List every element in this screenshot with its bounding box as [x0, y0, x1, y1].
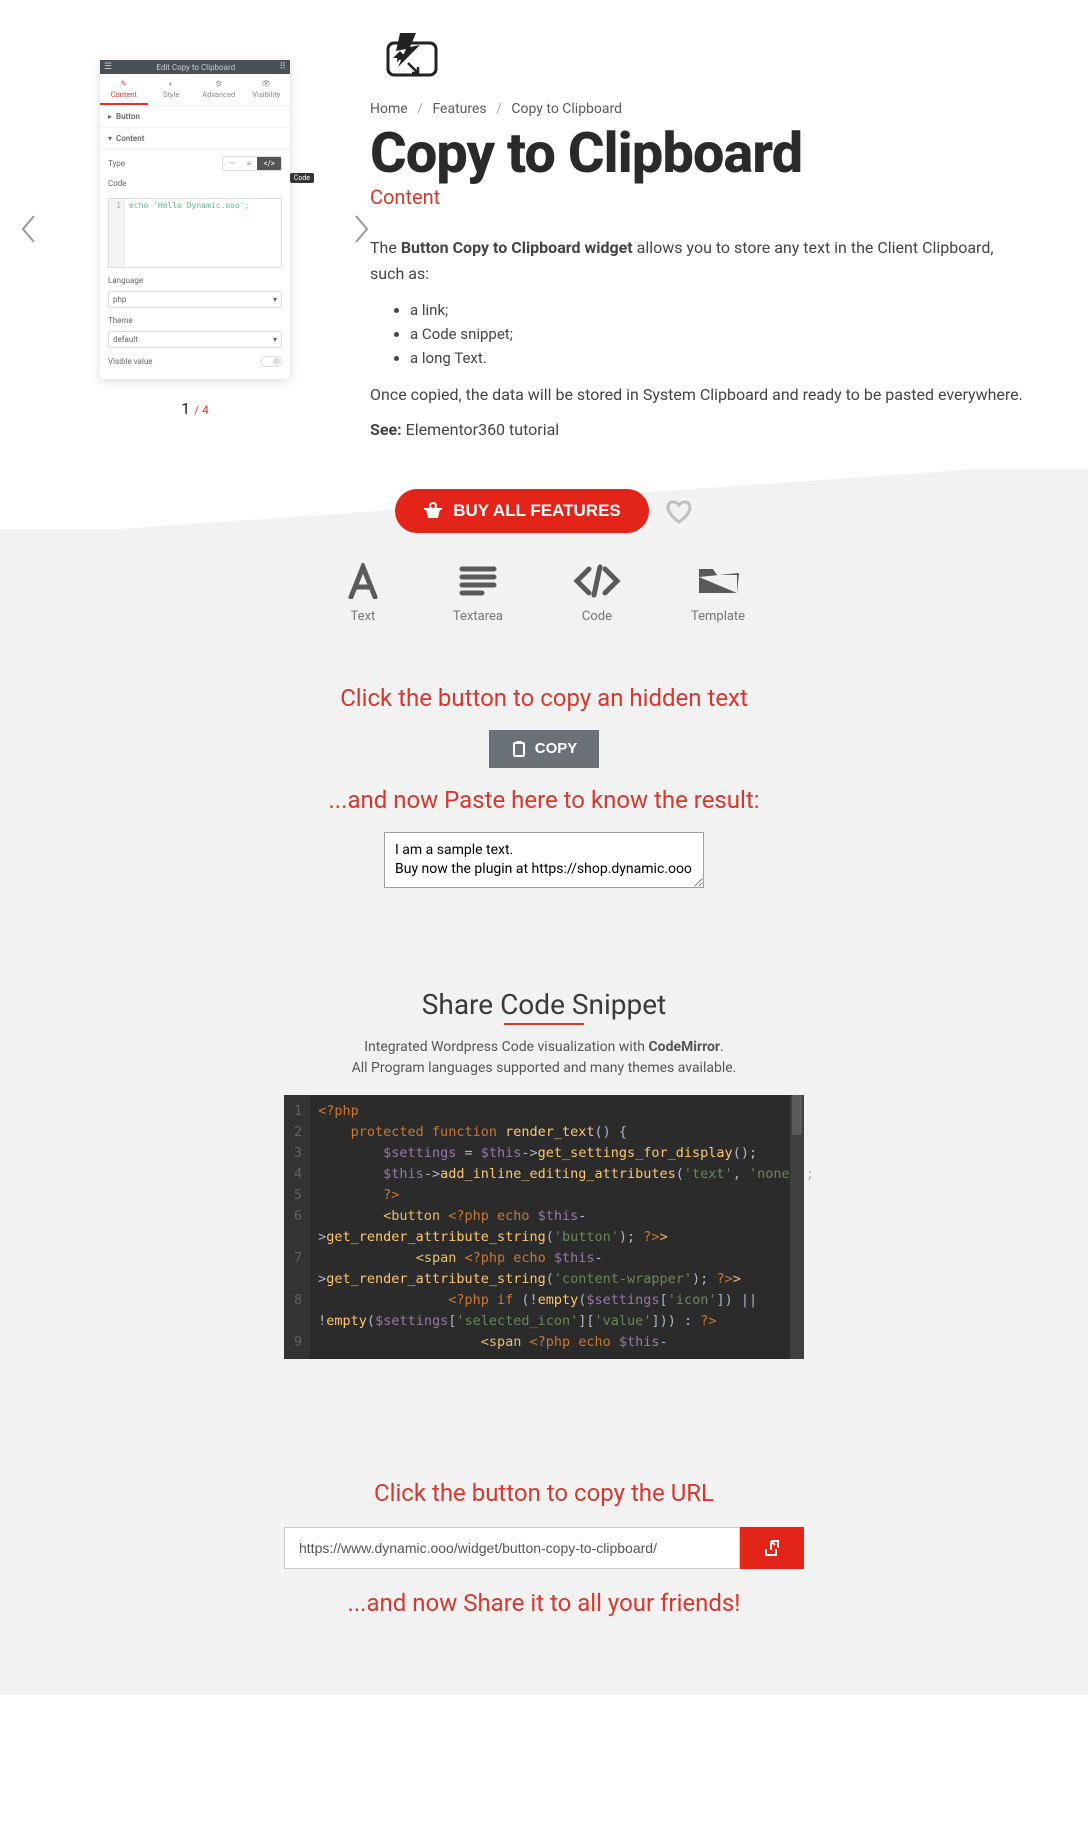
url-input[interactable]: [284, 1527, 740, 1569]
visible-toggle: [260, 356, 282, 367]
url-share-heading: ...and now Share it to all your friends!: [0, 1589, 1088, 1617]
carousel-next-arrow[interactable]: [352, 214, 370, 244]
type-toggle: — ≡ </>: [222, 156, 282, 171]
breadcrumb: Home / Features / Copy to Clipboard: [370, 101, 1028, 117]
outro-paragraph: Once copied, the data will be stored in …: [370, 382, 1028, 408]
type-textarea[interactable]: Textarea: [453, 563, 503, 624]
code-editor: 1 echo 'Hello Dynamic.ooo';: [108, 198, 282, 268]
copy-label: COPY: [535, 740, 578, 757]
type-text[interactable]: Text: [343, 563, 383, 624]
code-icon: [573, 563, 621, 599]
bullet-text: a long Text.: [410, 346, 1028, 370]
theme-select: default▾: [108, 331, 282, 348]
folder-icon: [695, 563, 741, 599]
label-visible: Visible value: [108, 357, 153, 366]
section-button: ▸Button: [100, 106, 290, 128]
menu-icon: ☰: [104, 62, 112, 72]
buy-all-features-button[interactable]: BUY ALL FEATURES: [395, 489, 649, 533]
code-scrollbar[interactable]: [790, 1095, 804, 1359]
copy-button[interactable]: COPY: [489, 730, 600, 768]
favorite-button[interactable]: [665, 498, 693, 524]
page-title: Copy to Clipboard: [370, 125, 1028, 181]
intro-paragraph: The Button Copy to Clipboard widget allo…: [370, 235, 1028, 286]
snippet-title: Share Code Snippet: [422, 988, 666, 1021]
text-icon: [343, 563, 383, 599]
url-copy-heading: Click the button to copy the URL: [0, 1479, 1088, 1507]
tab-content: ✎Content: [100, 74, 148, 105]
copy-heading: Click the button to copy an hidden text: [0, 684, 1088, 712]
carousel-pager: 1 / 4: [181, 399, 209, 418]
type-template[interactable]: Template: [691, 563, 745, 624]
paste-heading: ...and now Paste here to know the result…: [0, 786, 1088, 814]
snippet-subtitle: Integrated Wordpress Code visualization …: [0, 1037, 1088, 1079]
see-line: See: Elementor360 tutorial: [370, 420, 1028, 439]
label-type: Type: [108, 159, 125, 168]
share-button[interactable]: [740, 1527, 804, 1569]
tab-advanced: ⚙Advanced: [195, 74, 243, 105]
clipboard-icon: [511, 740, 527, 758]
page-subtitle: Content: [370, 185, 1028, 209]
bullet-link: a link;: [410, 298, 1028, 322]
feature-bullets: a link; a Code snippet; a long Text.: [370, 298, 1028, 370]
buy-label: BUY ALL FEATURES: [453, 501, 621, 521]
elementor-panel-screenshot: ☰ Edit Copy to Clipboard ⠿ ✎Content ◐Sty…: [100, 60, 290, 379]
tooltip-code: Code: [290, 173, 314, 183]
share-icon: [762, 1539, 782, 1557]
breadcrumb-home[interactable]: Home: [370, 101, 408, 117]
tab-visibility: 👁Visibility: [243, 74, 291, 105]
section-content: ▾Content: [100, 128, 290, 150]
tutorial-link[interactable]: Elementor360 tutorial: [406, 420, 560, 439]
panel-title: Edit Copy to Clipboard: [156, 63, 235, 72]
widget-logo: [370, 25, 1028, 83]
bullet-code: a Code snippet;: [410, 322, 1028, 346]
type-code[interactable]: Code: [573, 563, 621, 624]
carousel-prev-arrow[interactable]: [20, 214, 38, 244]
label-theme: Theme: [108, 316, 133, 325]
code-snippet-block: 123456 7 8 9 <?php protected function re…: [284, 1095, 804, 1359]
grid-icon: ⠿: [279, 62, 286, 72]
basket-icon: [423, 502, 443, 520]
label-language: Language: [108, 276, 143, 285]
tab-style: ◐Style: [148, 74, 196, 105]
breadcrumb-current: Copy to Clipboard: [511, 101, 622, 117]
paste-textarea[interactable]: [384, 832, 704, 888]
label-code: Code: [108, 179, 127, 188]
textarea-icon: [458, 563, 498, 599]
breadcrumb-features[interactable]: Features: [432, 101, 486, 117]
language-select: php▾: [108, 291, 282, 308]
